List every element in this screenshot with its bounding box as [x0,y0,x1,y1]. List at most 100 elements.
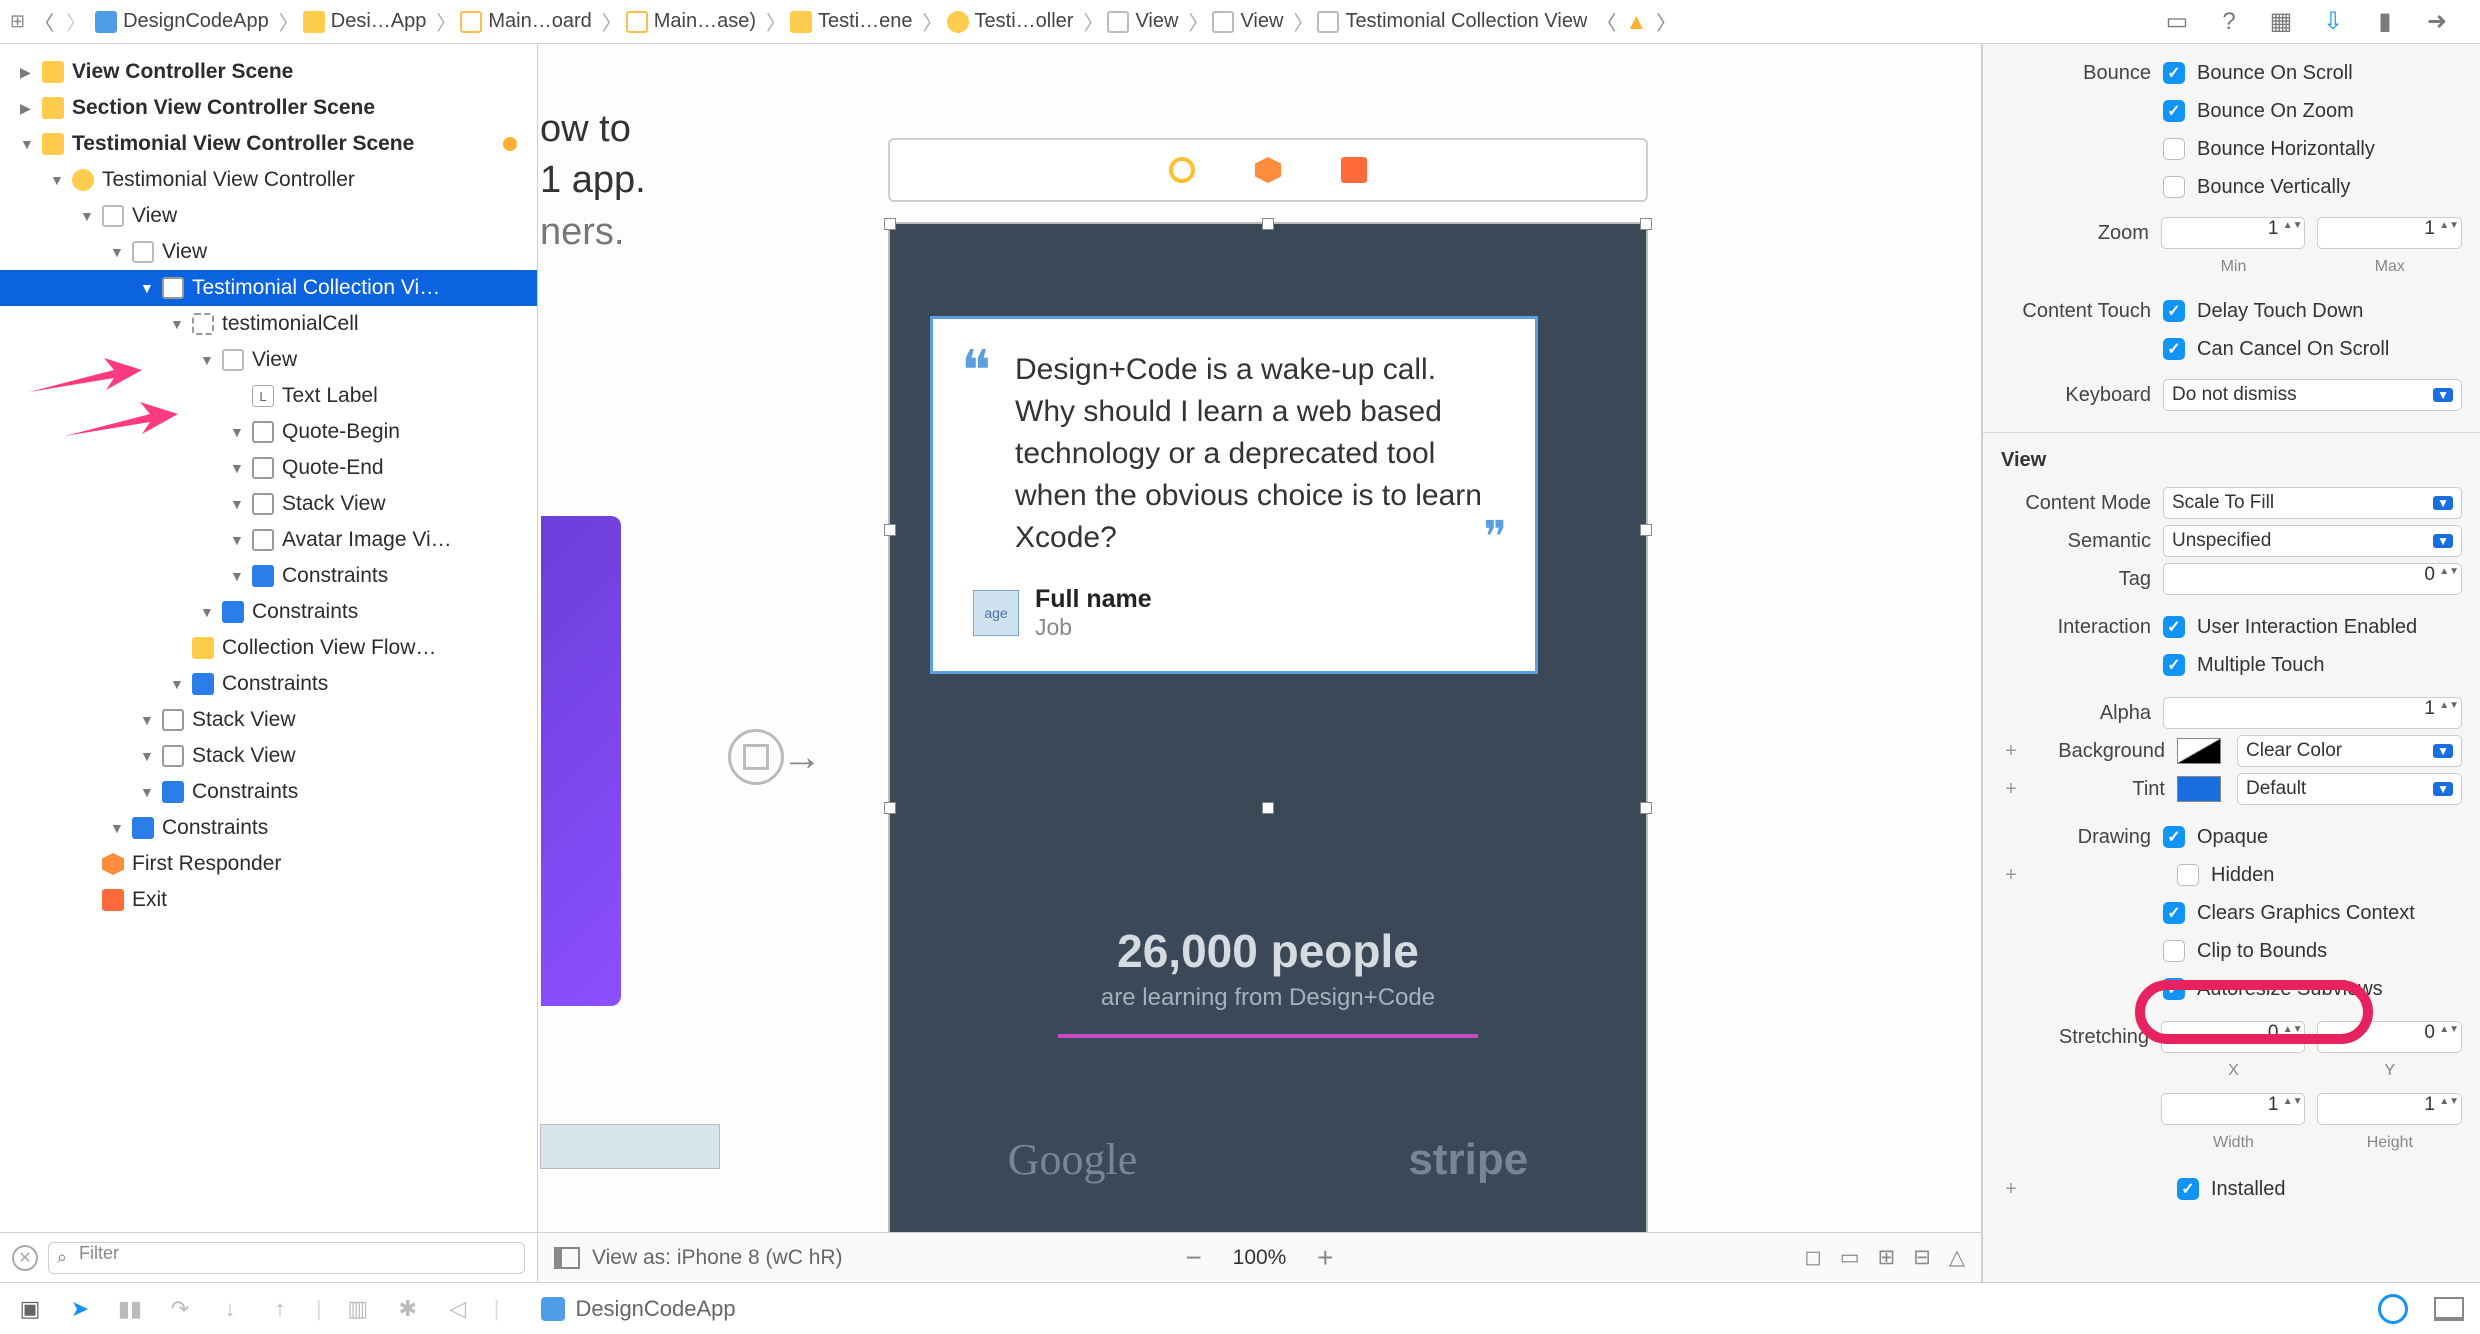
exit-icon[interactable] [1341,157,1367,183]
bounce-on-scroll-checkbox[interactable] [2163,62,2185,84]
related-items-icon[interactable]: ⊞ [10,11,25,32]
breadcrumb-item[interactable]: DesignCodeApp〉 [95,7,299,36]
crumb-prev-icon[interactable]: 〈 [1593,7,1619,36]
view-as-label[interactable]: View as: iPhone 8 (wC hR) [592,1246,843,1270]
outline-item[interactable]: ▼Stack View [0,702,537,738]
step-out-icon[interactable]: ↑ [266,1295,294,1323]
breadcrumb-item[interactable]: Testimonial Collection View [1317,10,1587,33]
background-select[interactable]: Clear Color▼ [2237,735,2462,767]
outline-item[interactable]: ▼Stack View [0,486,537,522]
step-over-icon[interactable]: ↷ [166,1295,194,1323]
identity-inspector-icon[interactable]: ▦ [2268,9,2294,35]
memory-graph-icon[interactable]: ✱ [394,1295,422,1323]
stretch-x-input[interactable]: 0▲▼ [2161,1021,2306,1053]
root-view[interactable]: ❝ Design+Code is a wake-up call. Why sho… [888,222,1648,1232]
outline-item[interactable]: ▼Testimonial View Controller [0,162,537,198]
outline-item[interactable]: ▶Section View Controller Scene [0,90,537,126]
tint-swatch[interactable] [2177,776,2221,802]
bounce-on-zoom-checkbox[interactable] [2163,100,2185,122]
clip-to-bounds-checkbox[interactable] [2163,940,2185,962]
step-into-icon[interactable]: ↓ [216,1295,244,1323]
nav-forward-icon[interactable]: 〉 [63,7,89,36]
size-inspector-icon[interactable]: ▮ [2372,9,2398,35]
pin-icon[interactable]: ⊞ [1878,1245,1896,1270]
add-tint-button[interactable]: + [2001,778,2021,801]
breadcrumb-item[interactable]: Testi…ene〉 [790,7,943,36]
warning-icon[interactable]: ▲ [1625,9,1647,35]
outline-item[interactable]: ▼Avatar Image Vi… [0,522,537,558]
keyboard-select[interactable]: Do not dismiss▼ [2163,379,2462,411]
filter-icon[interactable] [2434,1297,2464,1321]
installed-checkbox[interactable] [2177,1178,2199,1200]
outline-item[interactable]: Exit [0,882,537,918]
constraints-icon[interactable]: △ [1949,1245,1965,1270]
outline-item[interactable]: ▼Quote-End [0,450,537,486]
outline-item[interactable]: First Responder [0,846,537,882]
zoom-out-button[interactable]: − [1179,1242,1209,1274]
tint-select[interactable]: Default▼ [2237,773,2462,805]
background-swatch[interactable] [2177,738,2221,764]
alpha-input[interactable]: 1▲▼ [2163,697,2462,729]
user-interaction-checkbox[interactable] [2163,616,2185,638]
outline-item[interactable]: ▼Testimonial View Controller Scene [0,126,537,162]
first-responder-icon[interactable] [1255,157,1281,183]
content-mode-select[interactable]: Scale To Fill▼ [2163,487,2462,519]
outline-item[interactable]: Collection View Flow… [0,630,537,666]
continue-icon[interactable]: ➤ [66,1295,94,1323]
view-controller-frame[interactable]: ❝ Design+Code is a wake-up call. Why sho… [888,138,1648,1232]
toggle-breakpoints-icon[interactable]: ▣ [16,1295,44,1323]
opaque-checkbox[interactable] [2163,826,2185,848]
scene-dock[interactable] [888,138,1648,202]
view-controller-icon[interactable] [1169,157,1195,183]
breadcrumb-item[interactable]: View〉 [1212,7,1313,36]
stretch-w-input[interactable]: 1▲▼ [2161,1093,2306,1125]
hidden-checkbox[interactable] [2177,864,2199,886]
pause-icon[interactable]: ▮▮ [116,1295,144,1323]
zoom-level-label[interactable]: 100% [1233,1246,1287,1270]
interface-builder-canvas[interactable]: ow to 1 app. ners. → [538,44,1982,1282]
outline-item[interactable]: ▼Constraints [0,594,537,630]
crumb-next-icon[interactable]: 〉 [1653,7,1679,36]
outline-item[interactable]: ▼Constraints [0,666,537,702]
multiple-touch-checkbox[interactable] [2163,654,2185,676]
outline-item[interactable]: ▼Testimonial Collection Vi… [0,270,537,306]
help-inspector-icon[interactable]: ? [2216,9,2242,35]
outline-item[interactable]: ▼View [0,198,537,234]
breadcrumb-item[interactable]: Main…oard〉 [460,7,621,36]
filter-clear-icon[interactable]: ✕ [12,1245,38,1271]
embed-in-icon[interactable]: ◻ [1804,1245,1821,1270]
outline-item[interactable]: ▼Constraints [0,558,537,594]
breadcrumb-item[interactable]: View〉 [1107,7,1208,36]
semantic-select[interactable]: Unspecified▼ [2163,525,2462,557]
outline-item[interactable]: ▼Constraints [0,810,537,846]
outline-filter-input[interactable]: Filter [48,1242,525,1274]
outline-item[interactable]: ▼Stack View [0,738,537,774]
add-background-button[interactable]: + [2001,740,2021,763]
testimonial-card[interactable]: ❝ Design+Code is a wake-up call. Why sho… [930,316,1538,674]
zoom-max-input[interactable]: 1▲▼ [2317,217,2462,249]
align-icon[interactable]: ▭ [1840,1245,1860,1270]
autoresize-subviews-checkbox[interactable] [2163,978,2185,1000]
resolve-icon[interactable]: ⊟ [1913,1245,1931,1270]
cancel-on-scroll-checkbox[interactable] [2163,338,2185,360]
stretch-h-input[interactable]: 1▲▼ [2317,1093,2462,1125]
clears-graphics-checkbox[interactable] [2163,902,2185,924]
delay-touch-checkbox[interactable] [2163,300,2185,322]
tag-input[interactable]: 0▲▼ [2163,563,2462,595]
breadcrumb-item[interactable]: Desi…App〉 [303,7,457,36]
breadcrumb-item[interactable]: Testi…oller〉 [947,7,1104,36]
location-icon[interactable]: ◁ [444,1295,472,1323]
nav-back-icon[interactable]: 〈 [31,7,57,36]
outline-item[interactable]: ▼View [0,234,537,270]
bounce-vertically-checkbox[interactable] [2163,176,2185,198]
stretch-y-input[interactable]: 0▲▼ [2317,1021,2462,1053]
connections-inspector-icon[interactable]: ➜ [2424,9,2450,35]
zoom-min-input[interactable]: 1▲▼ [2161,217,2306,249]
debug-view-icon[interactable]: ▥ [344,1295,372,1323]
bounce-horizontally-checkbox[interactable] [2163,138,2185,160]
file-inspector-icon[interactable]: ▭ [2164,9,2190,35]
object-library-icon[interactable] [2378,1294,2408,1324]
entry-point-arrow[interactable]: → [728,729,822,785]
outline-item[interactable]: ▼testimonialCell [0,306,537,342]
outline-item[interactable]: ▼Constraints [0,774,537,810]
